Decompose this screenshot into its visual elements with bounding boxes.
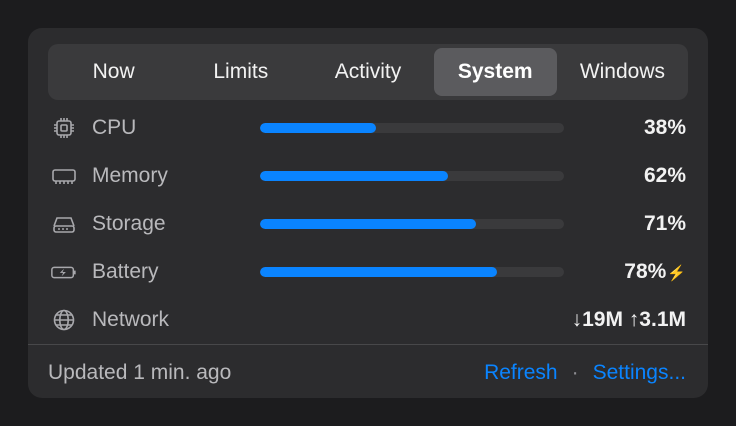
footer: Updated 1 min. ago Refresh · Settings...	[48, 358, 688, 388]
metric-label: Battery	[92, 260, 159, 283]
metrics-list: CPU 38% Memory 62% Storage 71% Battery 7…	[48, 104, 688, 344]
metric-row-cpu: CPU 38%	[48, 104, 688, 152]
tab-activity[interactable]: Activity	[306, 48, 429, 96]
metric-row-battery: Battery 78%⚡	[48, 248, 688, 296]
memory-usage-fill	[260, 171, 449, 181]
footer-actions: Refresh · Settings...	[484, 358, 686, 388]
metric-label: CPU	[92, 116, 137, 139]
metric-row-memory: Memory 62%	[48, 152, 688, 200]
metric-row-network: Network ↓19M ↑3.1M	[48, 296, 688, 344]
battery-charging-icon	[50, 260, 78, 284]
cpu-usage-fill	[260, 123, 376, 133]
tab-limits[interactable]: Limits	[179, 48, 302, 96]
storage-icon	[50, 212, 78, 236]
tab-windows[interactable]: Windows	[561, 48, 684, 96]
metric-label: Network	[92, 308, 170, 331]
globe-icon	[50, 308, 78, 332]
separator-dot: ·	[571, 361, 579, 384]
battery-level-fill	[260, 267, 498, 277]
metric-value: 38%	[643, 116, 686, 139]
tab-bar: Now Limits Activity System Windows	[48, 44, 688, 100]
cpu-usage-bar	[260, 123, 564, 133]
metric-label: Memory	[92, 164, 168, 187]
refresh-link[interactable]: Refresh	[484, 361, 558, 384]
metric-label: Storage	[92, 212, 166, 235]
system-status-panel: Now Limits Activity System Windows CPU 3…	[28, 28, 708, 398]
battery-percent: 78%	[624, 260, 667, 283]
charging-bolt-icon: ⚡	[667, 265, 686, 282]
metric-value: 78%⚡	[624, 260, 686, 286]
network-throughput: ↓19M ↑3.1M	[571, 308, 686, 331]
storage-usage-bar	[260, 219, 564, 229]
tab-system[interactable]: System	[433, 48, 557, 96]
cpu-icon	[50, 116, 78, 140]
footer-divider	[28, 344, 708, 345]
last-updated-text: Updated 1 min. ago	[48, 361, 232, 384]
metric-value: 71%	[643, 212, 686, 235]
metric-row-storage: Storage 71%	[48, 200, 688, 248]
storage-usage-fill	[260, 219, 476, 229]
battery-level-bar	[260, 267, 564, 277]
metric-value: 62%	[643, 164, 686, 187]
memory-usage-bar	[260, 171, 564, 181]
memory-icon	[50, 164, 78, 188]
settings-link[interactable]: Settings...	[593, 361, 686, 384]
tab-now[interactable]: Now	[52, 48, 175, 96]
